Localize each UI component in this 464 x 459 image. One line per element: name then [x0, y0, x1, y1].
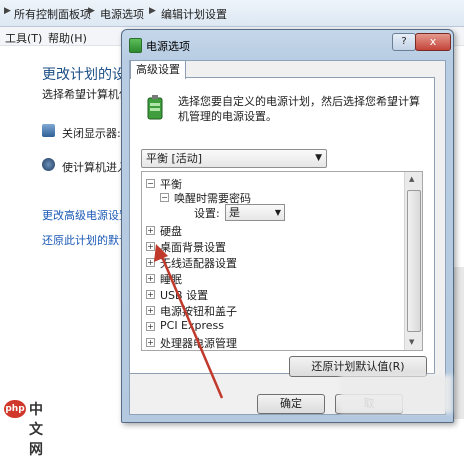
setting-label: 设置: [194, 207, 220, 220]
breadcrumb-edit-plan[interactable]: 编辑计划设置 [161, 6, 227, 22]
tab-advanced-settings[interactable]: 高级设置 [130, 60, 186, 79]
menu-help[interactable]: 帮助(H) [48, 30, 87, 46]
tree-item-sleep[interactable]: 睡眠 [160, 271, 182, 287]
tree-item-power-buttons[interactable]: 电源按钮和盖子 [160, 303, 237, 319]
power-plan-icon [147, 95, 163, 120]
breadcrumb-separator-icon: ▶ [149, 6, 156, 16]
chevron-down-icon: ▼ [315, 153, 322, 163]
setting-select[interactable]: 是 ▼ [225, 204, 285, 221]
breadcrumb-separator-icon: ▶ [88, 6, 95, 16]
chevron-down-icon: ▼ [274, 208, 281, 217]
display-off-label: 关闭显示器: [62, 127, 121, 140]
battery-icon [129, 38, 142, 53]
ok-button[interactable]: 确定 [257, 394, 325, 414]
plan-select[interactable]: 平衡 [活动] ▼ [141, 149, 327, 168]
expand-icon[interactable]: + [146, 274, 155, 283]
restore-plan-defaults-button[interactable]: 还原计划默认值(R) [289, 356, 427, 377]
dialog-title: 电源选项 [146, 40, 190, 53]
breadcrumb-control-panel[interactable]: 所有控制面板项 [14, 6, 91, 22]
breadcrumb-power-options[interactable]: 电源选项 [100, 6, 144, 22]
expand-icon[interactable]: + [146, 338, 155, 347]
collapse-icon[interactable]: − [160, 193, 169, 202]
settings-tree: − 平衡 − 唤醒时需要密码 设置: 是 ▼ + 硬盘 + 桌面背景设置 + 无… [141, 171, 423, 351]
sleep-label: 使计算机进入 [62, 161, 128, 174]
tree-item-hard-disk[interactable]: 硬盘 [160, 223, 182, 239]
menu-tools[interactable]: 工具(T) [5, 30, 42, 46]
plan-select-value: 平衡 [活动] [146, 152, 203, 165]
scroll-thumb[interactable] [407, 190, 421, 332]
power-options-dialog: 电源选项 ? x 高级设置 选择您要自定义的电源计划，然后选择您希望计算机管理的… [121, 29, 454, 423]
restore-defaults-link[interactable]: 还原此计划的默认 [42, 232, 130, 248]
expand-icon[interactable]: + [146, 258, 155, 267]
dialog-description: 选择您要自定义的电源计划，然后选择您希望计算机管理的电源设置。 [178, 95, 420, 123]
expand-icon[interactable]: + [146, 322, 155, 331]
php-logo-icon: php [4, 400, 26, 418]
moon-icon [42, 158, 55, 171]
monitor-icon [42, 124, 55, 137]
expand-icon[interactable]: + [146, 226, 155, 235]
watermark-text: 中文网 [29, 402, 43, 458]
tree-scrollbar[interactable]: ▲ ▼ [404, 172, 422, 350]
page-subtitle: 选择希望计算机使 [42, 88, 130, 101]
tree-item-desktop-background[interactable]: 桌面背景设置 [160, 239, 226, 255]
blurred-region [340, 375, 452, 413]
tree-item-wireless-adapter[interactable]: 无线适配器设置 [160, 255, 237, 271]
setting-select-value: 是 [229, 206, 240, 219]
scroll-down-icon[interactable]: ▼ [409, 338, 414, 346]
tab-content: 选择您要自定义的电源计划，然后选择您希望计算机管理的电源设置。 平衡 [活动] … [129, 77, 435, 377]
close-button[interactable]: x [415, 33, 451, 51]
tree-item-usb[interactable]: USB 设置 [160, 287, 208, 303]
expand-icon[interactable]: + [146, 242, 155, 251]
expand-icon[interactable]: + [146, 306, 155, 315]
nav-arrow-icon[interactable]: ▶ [4, 6, 11, 16]
scroll-up-icon[interactable]: ▲ [409, 175, 414, 183]
expand-icon[interactable]: + [146, 290, 155, 299]
tree-item-pci-express[interactable]: PCI Express [160, 319, 224, 332]
page-title: 更改计划的设 [42, 67, 126, 83]
help-button[interactable]: ? [392, 33, 416, 51]
collapse-icon[interactable]: − [146, 179, 155, 188]
tree-item-processor[interactable]: 处理器电源管理 [160, 335, 237, 350]
address-bar[interactable]: ▶ 所有控制面板项 ▶ 电源选项 ▶ 编辑计划设置 [0, 0, 464, 27]
advanced-settings-link[interactable]: 更改高级电源设置 [42, 207, 130, 223]
